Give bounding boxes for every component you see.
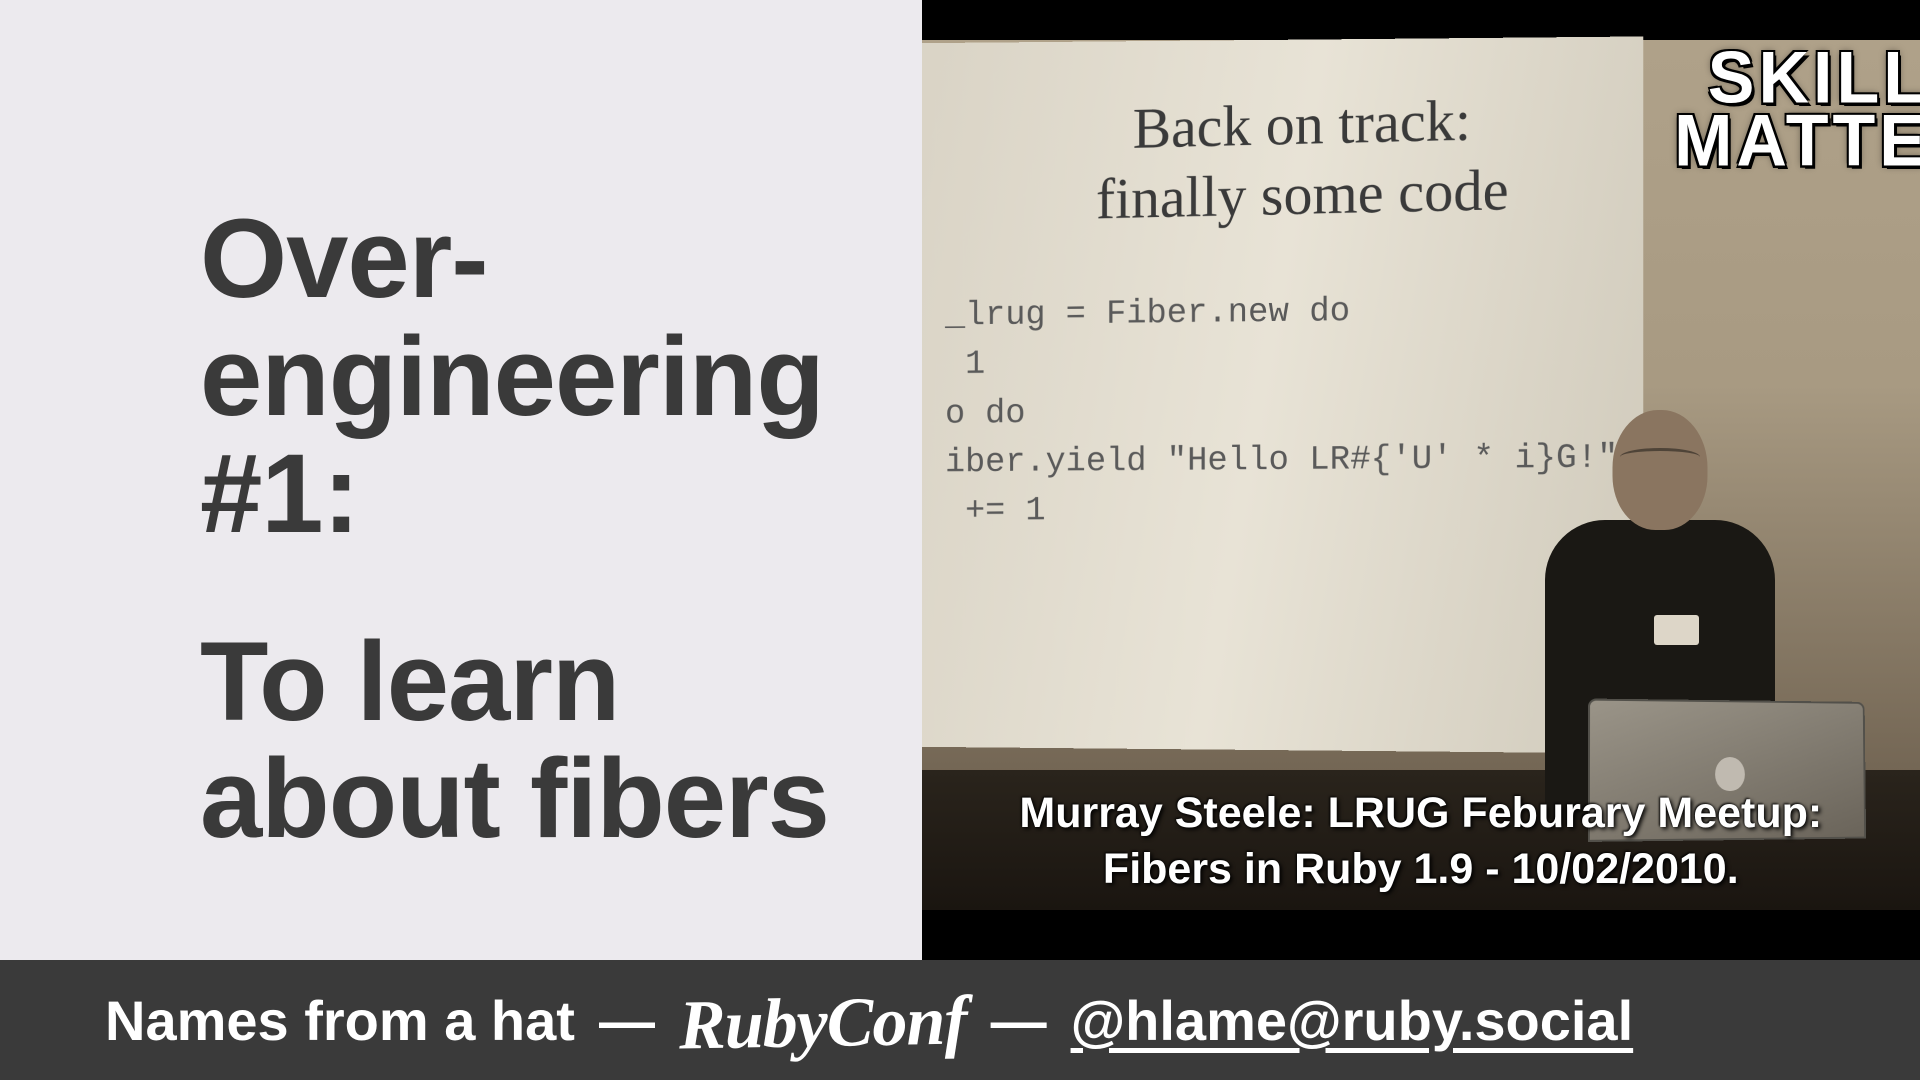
- slide-main-area: Over-engineering #1: To learn about fibe…: [0, 0, 1920, 960]
- slide-heading-1: Over-engineering #1:: [200, 200, 882, 553]
- footer-talk-title: Names from a hat: [105, 988, 575, 1053]
- projected-code-block: _lrug = Fiber.new do 1 o do iber.yield "…: [945, 285, 1603, 537]
- video-caption: Murray Steele: LRUG Feburary Meetup: Fib…: [922, 786, 1920, 898]
- slide-video-panel: Back on track: finally some code _lrug =…: [922, 0, 1920, 960]
- video-caption-line2: Fibers in Ruby 1.9 - 10/02/2010.: [1103, 845, 1739, 893]
- video-frame: Back on track: finally some code _lrug =…: [922, 0, 1920, 960]
- video-letterbox-top: [922, 0, 1920, 40]
- speaker-badge: [1654, 615, 1699, 645]
- footer-social-handle[interactable]: @hlame@ruby.social: [1071, 988, 1634, 1053]
- brand-line2: MATTE: [1674, 99, 1920, 181]
- presentation-slide: Over-engineering #1: To learn about fibe…: [0, 0, 1920, 1080]
- video-letterbox-bottom: [922, 910, 1920, 960]
- video-caption-line1: Murray Steele: LRUG Feburary Meetup:: [1019, 789, 1822, 837]
- footer-separator-1: —: [599, 988, 655, 1053]
- speaker-head: [1613, 410, 1708, 530]
- footer-separator-2: —: [991, 988, 1047, 1053]
- projected-title-line2: finally some code: [1096, 156, 1509, 230]
- slide-heading-2: To learn about fibers: [200, 623, 882, 858]
- projected-title-line1: Back on track:: [1132, 87, 1470, 160]
- footer-conference-logo: RubyConf: [678, 981, 967, 1066]
- projected-slide-title: Back on track: finally some code: [1004, 82, 1603, 235]
- slide-footer: Names from a hat — RubyConf — @hlame@rub…: [0, 960, 1920, 1080]
- skills-matter-logo: SKILL MATTE: [1674, 47, 1920, 172]
- speaker-glasses: [1620, 448, 1700, 466]
- slide-left-panel: Over-engineering #1: To learn about fibe…: [0, 0, 922, 960]
